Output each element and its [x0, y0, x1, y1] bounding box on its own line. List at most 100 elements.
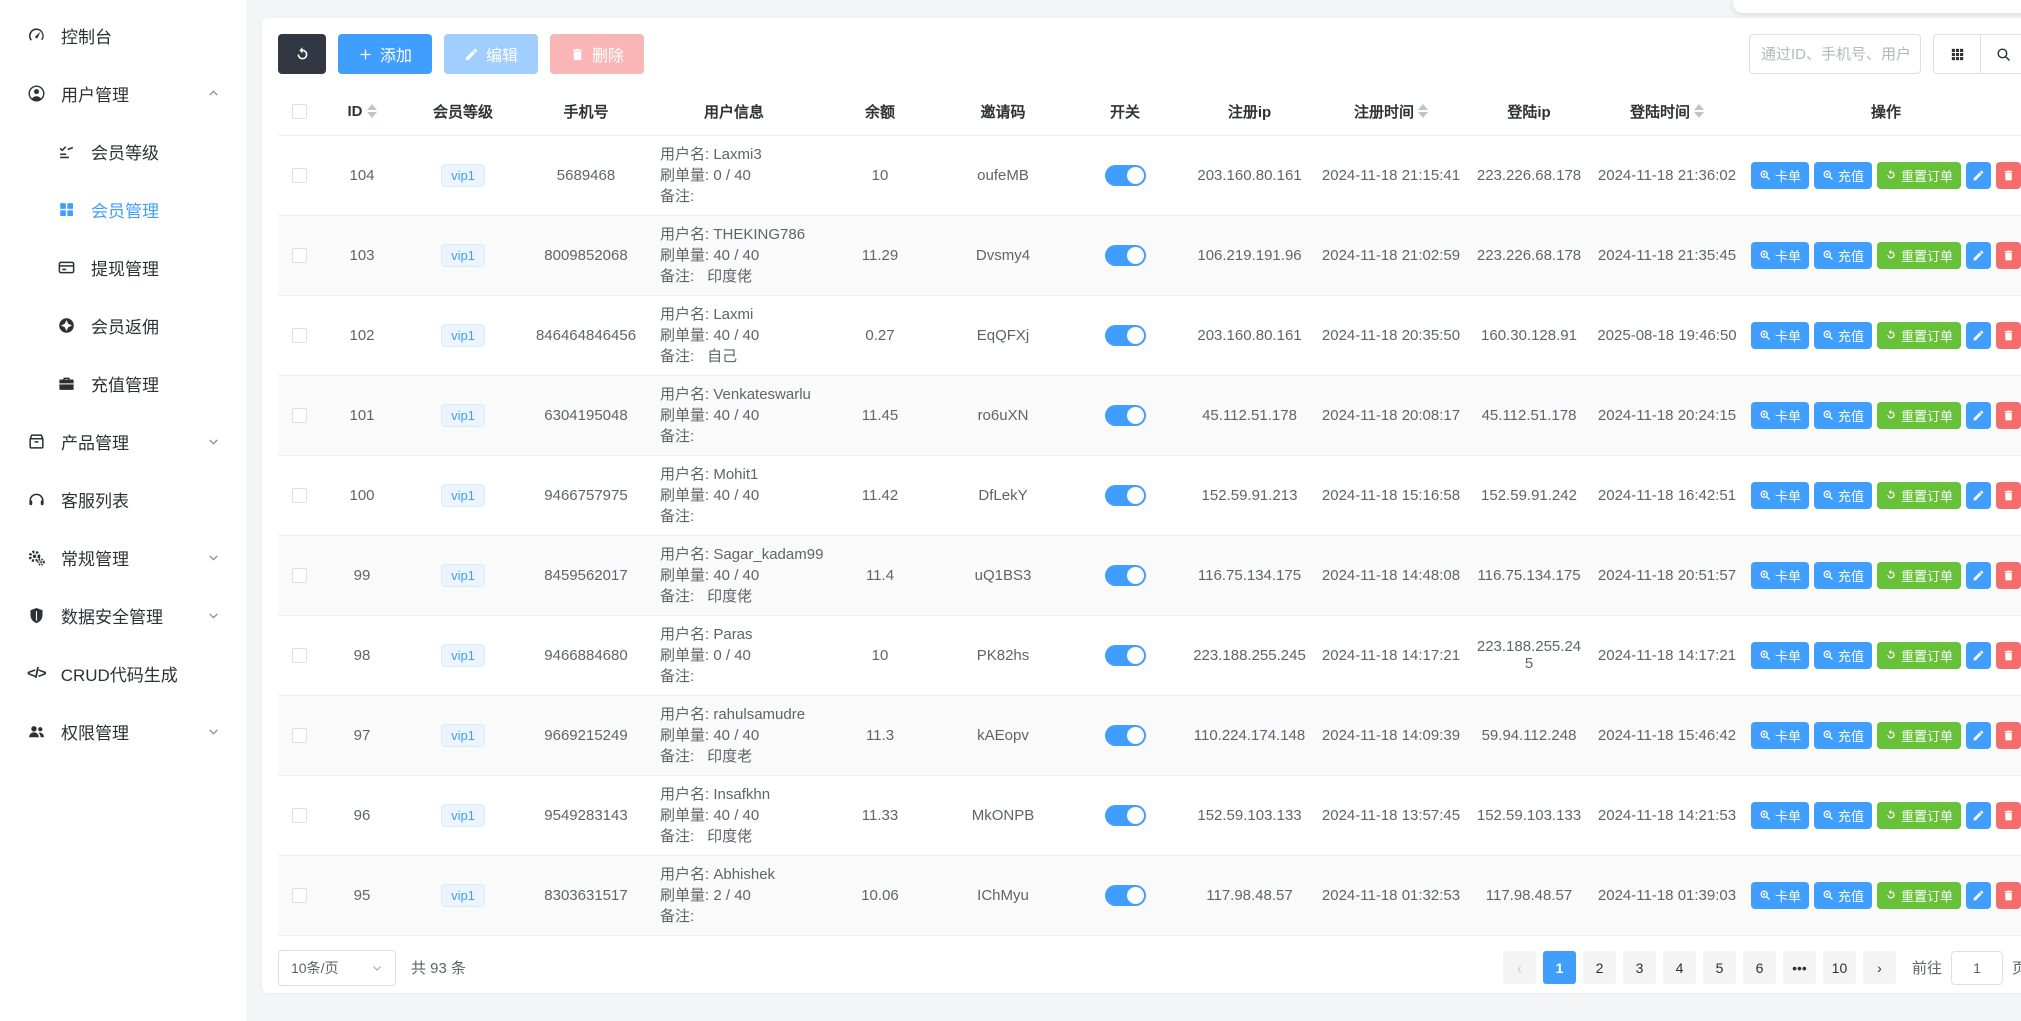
- row-checkbox[interactable]: [292, 328, 307, 343]
- row-checkbox[interactable]: [292, 488, 307, 503]
- column-header-login-time[interactable]: 登陆时间: [1589, 88, 1745, 135]
- delete-row-button[interactable]: [1996, 642, 2021, 669]
- page-number-button[interactable]: 4: [1663, 951, 1696, 984]
- reset-order-button[interactable]: 重置订单: [1877, 642, 1961, 669]
- page-number-button[interactable]: 5: [1703, 951, 1736, 984]
- delete-row-button[interactable]: [1996, 402, 2021, 429]
- select-all-checkbox[interactable]: [292, 104, 307, 119]
- row-checkbox[interactable]: [292, 728, 307, 743]
- recharge-button[interactable]: 充值: [1814, 162, 1872, 189]
- reset-order-button[interactable]: 重置订单: [1877, 802, 1961, 829]
- recharge-button[interactable]: 充值: [1814, 242, 1872, 269]
- row-checkbox[interactable]: [292, 648, 307, 663]
- card-order-button[interactable]: 卡单: [1751, 882, 1809, 909]
- row-checkbox[interactable]: [292, 168, 307, 183]
- sidebar-item-product-management[interactable]: 产品管理: [0, 412, 246, 470]
- delete-row-button[interactable]: [1996, 722, 2021, 749]
- search-button[interactable]: [1980, 35, 2021, 73]
- row-checkbox[interactable]: [292, 568, 307, 583]
- edit-row-button[interactable]: [1966, 402, 1991, 429]
- status-toggle[interactable]: [1105, 405, 1146, 426]
- status-toggle[interactable]: [1105, 805, 1146, 826]
- edit-row-button[interactable]: [1966, 722, 1991, 749]
- sidebar-item-user-management[interactable]: 用户管理: [0, 64, 246, 122]
- card-order-button[interactable]: 卡单: [1751, 802, 1809, 829]
- reset-order-button[interactable]: 重置订单: [1877, 242, 1961, 269]
- status-toggle[interactable]: [1105, 325, 1146, 346]
- delete-row-button[interactable]: [1996, 562, 2021, 589]
- row-checkbox[interactable]: [292, 888, 307, 903]
- row-checkbox[interactable]: [292, 808, 307, 823]
- edit-row-button[interactable]: [1966, 162, 1991, 189]
- sidebar-item-recharge-management[interactable]: 充值管理: [0, 354, 246, 412]
- prev-page-button[interactable]: ‹: [1503, 951, 1536, 984]
- recharge-button[interactable]: 充值: [1814, 322, 1872, 349]
- sidebar-item-service-list[interactable]: 客服列表: [0, 470, 246, 528]
- status-toggle[interactable]: [1105, 245, 1146, 266]
- grid-view-button[interactable]: [1934, 35, 1980, 73]
- page-size-select[interactable]: 10条/页: [278, 950, 396, 986]
- reset-order-button[interactable]: 重置订单: [1877, 562, 1961, 589]
- sidebar-item-member-level[interactable]: 会员等级: [0, 122, 246, 180]
- page-number-button[interactable]: •••: [1783, 951, 1816, 984]
- page-number-button[interactable]: 2: [1583, 951, 1616, 984]
- delete-row-button[interactable]: [1996, 482, 2021, 509]
- card-order-button[interactable]: 卡单: [1751, 402, 1809, 429]
- delete-button[interactable]: 删除: [550, 34, 644, 74]
- sidebar-item-permission-management[interactable]: 权限管理: [0, 702, 246, 760]
- card-order-button[interactable]: 卡单: [1751, 242, 1809, 269]
- recharge-button[interactable]: 充值: [1814, 802, 1872, 829]
- recharge-button[interactable]: 充值: [1814, 562, 1872, 589]
- recharge-button[interactable]: 充值: [1814, 482, 1872, 509]
- sidebar-item-withdraw-management[interactable]: 提现管理: [0, 238, 246, 296]
- edit-button[interactable]: 编辑: [444, 34, 538, 74]
- status-toggle[interactable]: [1105, 725, 1146, 746]
- page-number-button[interactable]: 1: [1543, 951, 1576, 984]
- recharge-button[interactable]: 充值: [1814, 722, 1872, 749]
- edit-row-button[interactable]: [1966, 882, 1991, 909]
- page-number-button[interactable]: 10: [1823, 951, 1856, 984]
- delete-row-button[interactable]: [1996, 162, 2021, 189]
- recharge-button[interactable]: 充值: [1814, 402, 1872, 429]
- page-number-button[interactable]: 6: [1743, 951, 1776, 984]
- edit-row-button[interactable]: [1966, 482, 1991, 509]
- status-toggle[interactable]: [1105, 645, 1146, 666]
- card-order-button[interactable]: 卡单: [1751, 162, 1809, 189]
- recharge-button[interactable]: 充值: [1814, 882, 1872, 909]
- sidebar-item-dashboard[interactable]: 控制台: [0, 6, 246, 64]
- sidebar-item-general-management[interactable]: 常规管理: [0, 528, 246, 586]
- reset-order-button[interactable]: 重置订单: [1877, 322, 1961, 349]
- card-order-button[interactable]: 卡单: [1751, 562, 1809, 589]
- reset-order-button[interactable]: 重置订单: [1877, 402, 1961, 429]
- delete-row-button[interactable]: [1996, 242, 2021, 269]
- column-header-reg-time[interactable]: 注册时间: [1313, 88, 1469, 135]
- refresh-button[interactable]: [278, 34, 326, 74]
- card-order-button[interactable]: 卡单: [1751, 482, 1809, 509]
- card-order-button[interactable]: 卡单: [1751, 642, 1809, 669]
- recharge-button[interactable]: 充值: [1814, 642, 1872, 669]
- row-checkbox[interactable]: [292, 248, 307, 263]
- edit-row-button[interactable]: [1966, 642, 1991, 669]
- sidebar-item-crud-generator[interactable]: </> CRUD代码生成: [0, 644, 246, 702]
- delete-row-button[interactable]: [1996, 882, 2021, 909]
- page-number-button[interactable]: 3: [1623, 951, 1656, 984]
- edit-row-button[interactable]: [1966, 802, 1991, 829]
- status-toggle[interactable]: [1105, 885, 1146, 906]
- reset-order-button[interactable]: 重置订单: [1877, 162, 1961, 189]
- sidebar-item-member-management[interactable]: 会员管理: [0, 180, 246, 238]
- goto-page-input[interactable]: [1951, 951, 2003, 985]
- delete-row-button[interactable]: [1996, 802, 2021, 829]
- add-button[interactable]: 添加: [338, 34, 432, 74]
- status-toggle[interactable]: [1105, 165, 1146, 186]
- delete-row-button[interactable]: [1996, 322, 2021, 349]
- reset-order-button[interactable]: 重置订单: [1877, 722, 1961, 749]
- edit-row-button[interactable]: [1966, 562, 1991, 589]
- card-order-button[interactable]: 卡单: [1751, 722, 1809, 749]
- status-toggle[interactable]: [1105, 565, 1146, 586]
- edit-row-button[interactable]: [1966, 322, 1991, 349]
- card-order-button[interactable]: 卡单: [1751, 322, 1809, 349]
- next-page-button[interactable]: ›: [1863, 951, 1896, 984]
- reset-order-button[interactable]: 重置订单: [1877, 482, 1961, 509]
- reset-order-button[interactable]: 重置订单: [1877, 882, 1961, 909]
- row-checkbox[interactable]: [292, 408, 307, 423]
